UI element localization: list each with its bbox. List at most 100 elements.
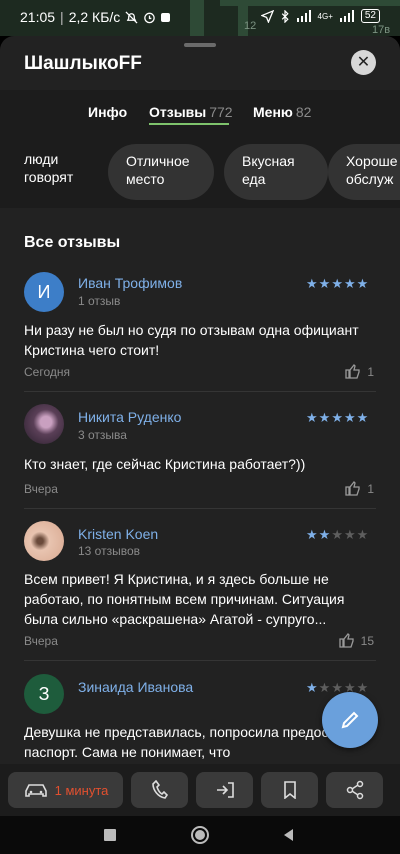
star-icon: ★ [306, 527, 318, 542]
avatar[interactable] [24, 404, 64, 444]
thumbs-up-icon [338, 633, 354, 648]
battery-level: 52 [360, 9, 380, 23]
chip-good-service[interactable]: Хороше обслуж [328, 144, 400, 200]
share-icon [346, 780, 363, 800]
star-icon: ★ [318, 527, 331, 542]
map-label: 17в [372, 24, 391, 36]
tab-reviews[interactable]: Отзывы 772 [149, 104, 233, 120]
review-date: Вчера [24, 482, 58, 496]
phone-icon [151, 780, 168, 799]
reviewer-review-count: 1 отзыв [78, 294, 121, 308]
tab-info[interactable]: Инфо [88, 104, 127, 120]
system-nav-bar [0, 816, 400, 854]
back-icon[interactable] [282, 828, 294, 842]
star-icon: ★ [356, 410, 369, 425]
star-icon: ★ [356, 680, 369, 695]
alarm-icon [144, 12, 156, 23]
mute-icon [125, 10, 138, 24]
rating-stars: ★ ★ ★ ★ ★ [306, 277, 368, 290]
thumbs-up-icon [345, 364, 360, 379]
star-icon: ★ [331, 276, 343, 291]
like-button[interactable]: 15 [338, 633, 374, 648]
rating-stars: ★ ★ ★ ★ ★ [306, 681, 368, 694]
notification-icon [161, 12, 171, 22]
aspect-chips: люди говорят Отличное место Вкусная еда … [0, 136, 400, 208]
like-count: 15 [360, 633, 374, 648]
share-button[interactable] [326, 772, 383, 808]
star-icon: ★ [356, 527, 369, 542]
star-icon: ★ [318, 410, 331, 425]
star-icon: ★ [318, 276, 331, 291]
star-icon: ★ [331, 410, 343, 425]
avatar[interactable] [24, 521, 64, 561]
reviewer-name[interactable]: Иван Трофимов [78, 275, 182, 291]
write-review-button[interactable] [322, 692, 378, 748]
place-title: ШашлыкоFF [24, 53, 142, 74]
network-type: 4G+ [317, 11, 333, 21]
tab-label: Отзывы [149, 104, 207, 120]
bookmark-button[interactable] [261, 772, 318, 808]
star-icon: ★ [343, 410, 356, 425]
star-icon: ★ [306, 680, 318, 695]
avatar-initial: З [38, 683, 50, 704]
avatar-initial: И [37, 281, 51, 302]
reviews-heading: Все отзывы [24, 234, 121, 251]
star-icon: ★ [343, 276, 356, 291]
chip-great-place[interactable]: Отличное место [108, 144, 214, 200]
rating-stars: ★ ★ ★ ★ ★ [306, 411, 368, 424]
map-road [190, 0, 204, 36]
star-icon: ★ [306, 410, 318, 425]
map-road [220, 0, 400, 6]
reviewer-name[interactable]: Зинаида Иванова [78, 679, 193, 695]
star-icon: ★ [306, 276, 318, 291]
drag-handle[interactable] [184, 43, 216, 47]
place-sheet: ШашлыкоFF ✕ Инфо Отзывы 772 Меню 82 люди г… [0, 36, 400, 816]
route-time: 1 минута [54, 782, 109, 798]
tab-label: Инфо [88, 104, 128, 120]
home-icon[interactable] [191, 826, 209, 844]
rating-stars: ★ ★ ★ ★ ★ [306, 528, 368, 541]
divider [24, 660, 376, 661]
like-button[interactable]: 1 [345, 364, 374, 379]
active-tab-indicator [149, 123, 229, 125]
like-count: 1 [367, 481, 374, 496]
chip-tasty-food[interactable]: Вкусная еда [224, 144, 328, 200]
status-time: 21:05 [20, 9, 56, 25]
review-text[interactable]: Всем привет! Я Кристина, и я здесь больш… [24, 569, 376, 629]
like-button[interactable]: 1 [345, 481, 374, 496]
signal-icon [296, 10, 311, 22]
thumbs-up-icon [345, 481, 360, 496]
action-bar: 1 минута [0, 764, 400, 816]
pencil-icon [341, 711, 359, 729]
tab-menu[interactable]: Меню 82 [253, 104, 311, 120]
bluetooth-icon [281, 9, 289, 23]
enter-icon [216, 782, 234, 798]
enter-button[interactable] [196, 772, 253, 808]
divider [24, 391, 376, 392]
review-text: Ни разу не был но судя по отзывам одна о… [24, 322, 359, 358]
avatar[interactable]: З [24, 674, 64, 714]
reviewer-review-count: 3 отзыва [78, 428, 127, 442]
review-date: Сегодня [24, 365, 70, 379]
close-button[interactable]: ✕ [351, 50, 376, 75]
tab-bar: Инфо Отзывы 772 Меню 82 [0, 90, 400, 136]
close-icon: ✕ [356, 54, 371, 71]
call-button[interactable] [131, 772, 188, 808]
divider [24, 508, 376, 509]
recents-icon[interactable] [104, 829, 116, 841]
star-icon: ★ [331, 680, 343, 695]
reviewer-review-count: 13 отзывов [78, 544, 141, 558]
bookmark-icon [283, 781, 296, 799]
signal-icon-2 [339, 10, 354, 22]
route-button[interactable]: 1 минута [8, 772, 123, 808]
review-date: Вчера [24, 634, 58, 648]
location-icon [260, 9, 274, 23]
star-icon: ★ [318, 680, 331, 695]
star-icon: ★ [356, 276, 369, 291]
reviewer-name[interactable]: Kristen Koen [78, 526, 158, 542]
star-icon: ★ [343, 527, 356, 542]
reviewer-name[interactable]: Никита Руденко [78, 409, 181, 425]
star-icon: ★ [331, 527, 343, 542]
chips-label: люди говорят [24, 151, 74, 185]
avatar[interactable]: И [24, 272, 64, 312]
